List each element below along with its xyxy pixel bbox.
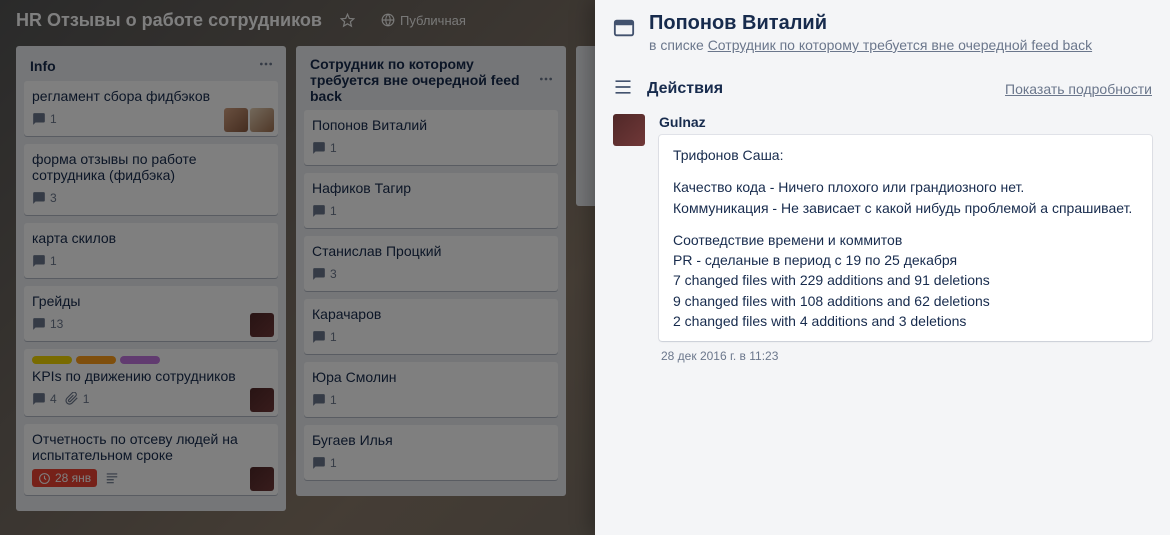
list-info: Info регламент сбора фидбэков 1 <box>16 46 286 511</box>
card-title: KPIs по движению сотрудников <box>32 368 270 384</box>
avatar[interactable] <box>250 108 274 132</box>
list-title[interactable]: Info <box>30 58 56 74</box>
comment-icon <box>32 254 46 268</box>
card[interactable]: регламент сбора фидбэков 1 <box>24 81 278 136</box>
comments-badge: 3 <box>32 191 57 205</box>
dots-icon <box>258 56 274 72</box>
comments-badge: 1 <box>32 112 57 126</box>
comment-line: Качество кода - Ничего плохого или гранд… <box>673 177 1138 218</box>
comment-icon <box>32 191 46 205</box>
comments-badge: 1 <box>312 393 337 407</box>
star-icon <box>340 13 355 28</box>
star-button[interactable] <box>332 9 363 32</box>
comment-icon <box>312 267 326 281</box>
list-feedback: Сотрудник по которому требуется вне очер… <box>296 46 566 496</box>
comments-badge: 13 <box>32 317 63 331</box>
due-badge: 28 янв <box>32 469 97 487</box>
comment-line: Трифонов Саша: <box>673 145 1138 165</box>
activity-user[interactable]: Gulnaz <box>659 114 1152 130</box>
label-orange[interactable] <box>76 356 116 364</box>
avatar[interactable] <box>250 467 274 491</box>
comment-icon <box>312 393 326 407</box>
card-labels <box>32 356 270 364</box>
description-icon <box>105 471 119 485</box>
list-menu-button[interactable] <box>258 56 274 75</box>
card-icon <box>613 17 635 53</box>
card[interactable]: Станислав Процкий 3 <box>304 236 558 291</box>
comment-icon <box>32 317 46 331</box>
avatar[interactable] <box>224 108 248 132</box>
comment-icon <box>32 112 46 126</box>
card[interactable]: Карачаров 1 <box>304 299 558 354</box>
attachment-badge: 1 <box>65 392 90 406</box>
card[interactable]: Нафиков Тагир 1 <box>304 173 558 228</box>
comment-icon <box>312 141 326 155</box>
comments-badge: 4 <box>32 392 57 406</box>
comment-line: Соотведствие времени и коммитов PR - сде… <box>673 230 1138 331</box>
comment-box[interactable]: Трифонов Саша: Качество кода - Ничего пл… <box>659 135 1152 341</box>
in-list-link[interactable]: Сотрудник по которому требуется вне очер… <box>708 37 1092 53</box>
card-title: Станислав Процкий <box>312 243 550 259</box>
activity-icon <box>613 77 633 100</box>
list-title[interactable]: Сотрудник по которому требуется вне очер… <box>310 56 538 104</box>
comments-badge: 1 <box>32 254 57 268</box>
card-title: Отчетность по отсеву людей на испытатель… <box>32 431 270 463</box>
card-title: Грейды <box>32 293 270 309</box>
card-title: Юра Смолин <box>312 369 550 385</box>
modal-card-title[interactable]: Попонов Виталий <box>649 12 1092 35</box>
card[interactable]: Бугаев Илья 1 <box>304 425 558 480</box>
avatar[interactable] <box>613 114 645 146</box>
card-title: Бугаев Илья <box>312 432 550 448</box>
comments-badge: 1 <box>312 330 337 344</box>
card-title: регламент сбора фидбэков <box>32 88 270 104</box>
card[interactable]: форма отзывы по работе сотрудника (фидбэ… <box>24 144 278 215</box>
visibility-label: Публичная <box>400 13 466 28</box>
card[interactable]: Попонов Виталий 1 <box>304 110 558 165</box>
list-menu-button[interactable] <box>538 71 554 90</box>
card-title: Нафиков Тагир <box>312 180 550 196</box>
card[interactable]: KPIs по движению сотрудников 4 1 <box>24 349 278 416</box>
card-title: форма отзывы по работе сотрудника (фидбэ… <box>32 151 270 183</box>
avatar[interactable] <box>250 313 274 337</box>
globe-icon <box>381 13 395 27</box>
attachment-icon <box>65 392 79 406</box>
comment-icon <box>312 330 326 344</box>
activity-item: Gulnaz Трифонов Саша: Качество кода - Ни… <box>613 114 1152 363</box>
comments-badge: 1 <box>312 456 337 470</box>
in-list-text: в списке Сотрудник по которому требуется… <box>649 37 1092 53</box>
card-detail-modal: Попонов Виталий в списке Сотрудник по ко… <box>595 0 1170 535</box>
activity-timestamp[interactable]: 28 дек 2016 г. в 11:23 <box>659 349 1152 363</box>
comment-icon <box>312 456 326 470</box>
card[interactable]: Грейды 13 <box>24 286 278 341</box>
comment-icon <box>312 204 326 218</box>
card[interactable]: Юра Смолин 1 <box>304 362 558 417</box>
label-yellow[interactable] <box>32 356 72 364</box>
avatar[interactable] <box>250 388 274 412</box>
comments-badge: 1 <box>312 141 337 155</box>
label-purple[interactable] <box>120 356 160 364</box>
comment-icon <box>32 392 46 406</box>
show-details-link[interactable]: Показать подробности <box>1005 81 1152 97</box>
comments-badge: 1 <box>312 204 337 218</box>
card-title: карта скилов <box>32 230 270 246</box>
board-title[interactable]: HR Отзывы о работе сотрудников <box>16 10 322 31</box>
card-title: Карачаров <box>312 306 550 322</box>
card[interactable]: Отчетность по отсеву людей на испытатель… <box>24 424 278 495</box>
card-title: Попонов Виталий <box>312 117 550 133</box>
card[interactable]: карта скилов 1 <box>24 223 278 278</box>
comments-badge: 3 <box>312 267 337 281</box>
description-badge <box>105 471 119 485</box>
activity-section-title: Действия <box>647 80 991 98</box>
clock-icon <box>38 472 51 485</box>
dots-icon <box>538 71 554 87</box>
visibility-button[interactable]: Публичная <box>373 9 474 32</box>
